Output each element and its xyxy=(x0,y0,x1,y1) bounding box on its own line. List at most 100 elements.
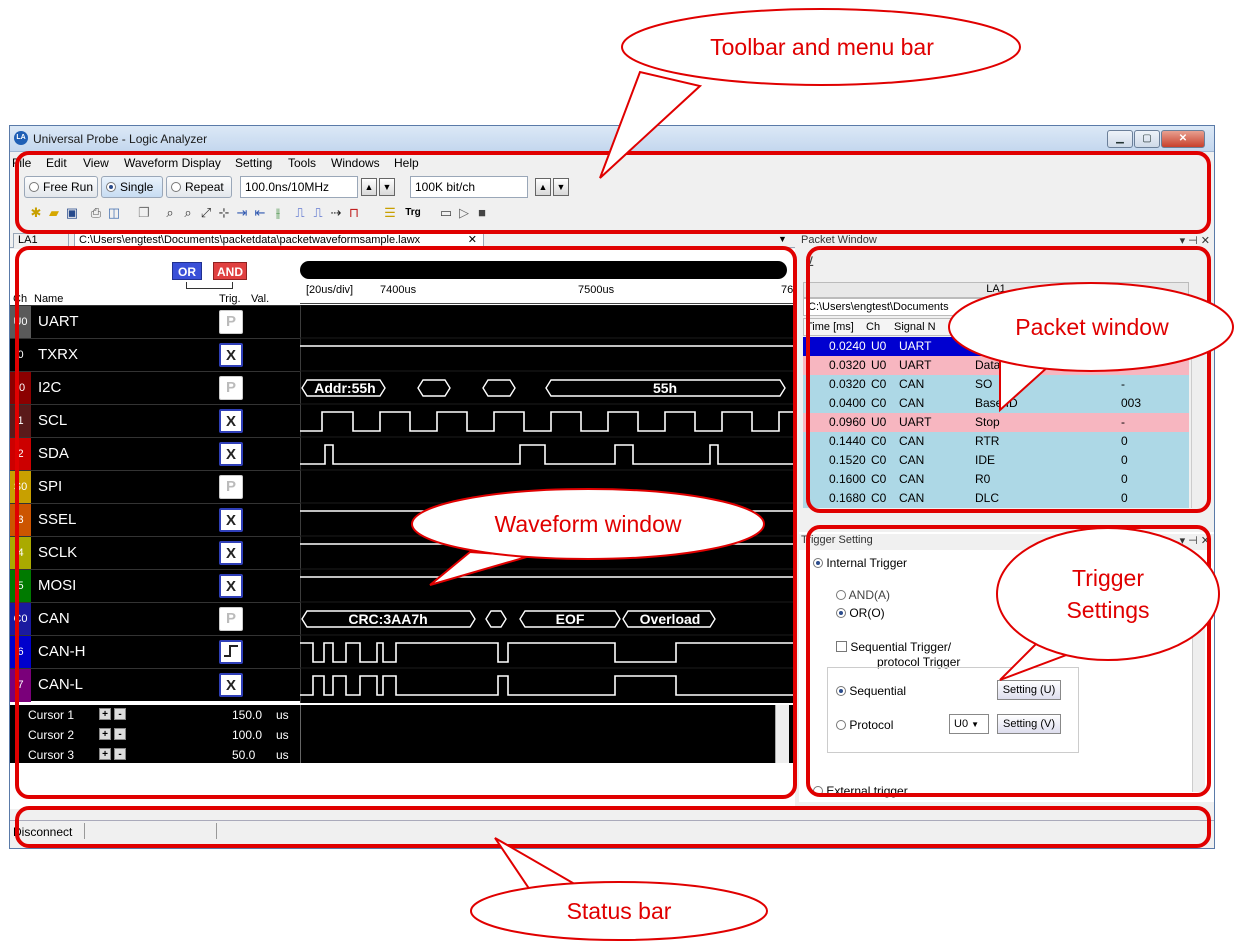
jump-left-icon[interactable]: ⇤ xyxy=(252,205,268,221)
protocol-trigger-badge[interactable]: P xyxy=(219,310,243,334)
cursor-scrollbar[interactable] xyxy=(775,705,789,763)
menu-windows[interactable]: Windows xyxy=(331,156,380,170)
trigger-off-badge[interactable]: X xyxy=(219,442,243,466)
channel-row[interactable]: 3 SSEL X xyxy=(10,503,300,537)
trg-button[interactable]: Trg xyxy=(402,205,424,221)
tab-dropdown-icon[interactable]: ▼ xyxy=(778,234,787,244)
and-button[interactable]: AND xyxy=(213,262,247,280)
single-button[interactable]: Single xyxy=(101,176,163,198)
channel-row[interactable]: S0 SPI P xyxy=(10,470,300,504)
menu-setting[interactable]: Setting xyxy=(235,156,272,170)
tab-la1[interactable]: LA1 xyxy=(13,233,69,248)
col-time[interactable]: Time [ms] xyxy=(806,321,854,333)
copy-icon[interactable]: ❐ xyxy=(136,205,152,221)
packet-row[interactable]: 0.1520 C0 CAN IDE 0 xyxy=(803,451,1189,470)
cursor-3-minus-button[interactable]: - xyxy=(114,748,126,760)
print-preview-icon[interactable]: ◫ xyxy=(106,205,122,221)
channel-row[interactable]: 0 TXRX X xyxy=(10,338,300,372)
trigger-setting-controls[interactable]: ▾ ⊣ ✕ xyxy=(1180,534,1210,547)
setting-u-button[interactable]: Setting (U) xyxy=(997,680,1061,700)
trigger-off-badge[interactable]: X xyxy=(219,673,243,697)
menu-view[interactable]: View xyxy=(83,156,109,170)
col-ch[interactable]: Ch xyxy=(866,321,880,333)
falling-edge-icon[interactable]: ⎍ xyxy=(310,205,326,221)
sample-rate-up-button[interactable]: ▲ xyxy=(361,178,377,196)
filter-icon[interactable]: ⊻ xyxy=(805,254,815,270)
menu-tools[interactable]: Tools xyxy=(288,156,316,170)
zoom-fit-icon[interactable]: ⤢ xyxy=(198,205,214,221)
trigger-off-badge[interactable]: X xyxy=(219,541,243,565)
sequential-radio[interactable]: Sequential xyxy=(836,684,906,698)
prev-trigger-icon[interactable]: ⊓ xyxy=(346,205,362,221)
cursor-2-minus-button[interactable]: - xyxy=(114,728,126,740)
open-folder-icon[interactable]: ▰ xyxy=(46,205,62,221)
packet-row[interactable]: 0.1440 C0 CAN RTR 0 xyxy=(803,432,1189,451)
next-trigger-icon[interactable]: ⇢ xyxy=(328,205,344,221)
minimize-button[interactable]: ▁ xyxy=(1107,130,1133,148)
setting-v-button[interactable]: Setting (V) xyxy=(997,714,1061,734)
protocol-trigger-badge[interactable]: P xyxy=(219,376,243,400)
print-icon[interactable]: ⎙ xyxy=(88,205,104,221)
tab-file[interactable]: C:\Users\engtest\Documents\packetdata\pa… xyxy=(74,233,484,248)
sequential-checkbox[interactable]: Sequential Trigger/ xyxy=(836,640,951,654)
packet-scrollbar[interactable] xyxy=(1191,318,1204,508)
cursor-2-plus-button[interactable]: + xyxy=(99,728,111,740)
tab-close-icon[interactable]: ✕ xyxy=(468,234,477,247)
channel-row[interactable]: 5 MOSI X xyxy=(10,569,300,603)
menu-waveform-display[interactable]: Waveform Display xyxy=(124,156,221,170)
channel-row[interactable]: C0 CAN P xyxy=(10,602,300,636)
free-run-button[interactable]: Free Run xyxy=(24,176,98,198)
packet-row[interactable]: 0.0320 C0 CAN SO - xyxy=(803,375,1189,394)
protocol-trigger-badge[interactable]: P xyxy=(219,607,243,631)
trigger-off-badge[interactable]: X xyxy=(219,574,243,598)
protocol-radio[interactable]: Protocol xyxy=(836,718,893,732)
col-signal[interactable]: Signal N xyxy=(894,321,936,333)
cursor-row-3[interactable]: Cursor 3 + - 50.0 us xyxy=(10,745,300,765)
zoom-in-icon[interactable]: ⌕ xyxy=(162,205,178,221)
close-button[interactable]: ✕ xyxy=(1161,130,1205,148)
protocol-trigger-badge[interactable]: P xyxy=(219,475,243,499)
channel-row[interactable]: 4 SCLK X xyxy=(10,536,300,570)
trigger-off-badge[interactable]: X xyxy=(219,508,243,532)
channel-row[interactable]: 1 SCL X xyxy=(10,404,300,438)
protocol-channel-select[interactable]: U0 ▼ xyxy=(949,714,989,734)
repeat-button[interactable]: Repeat xyxy=(166,176,232,198)
packet-row[interactable]: 0.0400 C0 CAN Base ID 003 xyxy=(803,394,1189,413)
sample-rate-down-button[interactable]: ▼ xyxy=(379,178,395,196)
channel-row[interactable]: 2 SDA X xyxy=(10,437,300,471)
stop-icon[interactable]: ■ xyxy=(474,205,490,221)
menu-edit[interactable]: Edit xyxy=(46,156,67,170)
rising-edge-icon[interactable]: ⎍ xyxy=(292,205,308,221)
cursor-row-2[interactable]: Cursor 2 + - 100.0 us xyxy=(10,725,300,745)
cursor-icon[interactable]: ⫲ xyxy=(270,205,286,221)
or-radio[interactable]: OR(O) xyxy=(836,606,885,620)
channel-row[interactable]: 6 CAN-H xyxy=(10,635,300,669)
internal-trigger-radio[interactable]: Internal Trigger xyxy=(813,556,907,570)
new-file-icon[interactable]: ✱ xyxy=(28,205,44,221)
packet-row[interactable]: 0.0960 U0 UART Stop - xyxy=(803,413,1189,432)
menu-help[interactable]: Help xyxy=(394,156,419,170)
and-radio[interactable]: AND(A) xyxy=(836,588,890,602)
trigger-setup-icon[interactable]: ☰ xyxy=(382,205,398,221)
cursor-row-1[interactable]: Cursor 1 + - 150.0 us xyxy=(10,705,300,725)
device-icon[interactable]: ▭ xyxy=(438,205,454,221)
packet-row[interactable]: 0.1600 C0 CAN R0 0 xyxy=(803,470,1189,489)
cursor-3-plus-button[interactable]: + xyxy=(99,748,111,760)
zoom-out-icon[interactable]: ⌕ xyxy=(180,205,196,221)
menu-file[interactable]: File xyxy=(12,156,31,170)
packet-row[interactable]: 0.0320 U0 UART Data F4 xyxy=(803,356,1189,375)
packet-row[interactable]: 0.1680 C0 CAN DLC 0 xyxy=(803,489,1189,508)
sample-rate-select[interactable]: 100.0ns/10MHz xyxy=(240,176,358,198)
channel-row[interactable]: I0 I2C P xyxy=(10,371,300,405)
zoom-all-icon[interactable]: ⊹ xyxy=(216,205,232,221)
time-overview-bar[interactable] xyxy=(300,261,787,279)
cursor-1-plus-button[interactable]: + xyxy=(99,708,111,720)
channel-row[interactable]: U0 UART P xyxy=(10,305,300,339)
or-button[interactable]: OR xyxy=(172,262,202,280)
channel-row[interactable]: 7 CAN-L X xyxy=(10,668,300,702)
save-icon[interactable]: ▣ xyxy=(64,205,80,221)
maximize-button[interactable]: ▢ xyxy=(1134,130,1160,148)
cursor-1-minus-button[interactable]: - xyxy=(114,708,126,720)
trigger-off-badge[interactable]: X xyxy=(219,409,243,433)
bit-depth-select[interactable]: 100K bit/ch xyxy=(410,176,528,198)
